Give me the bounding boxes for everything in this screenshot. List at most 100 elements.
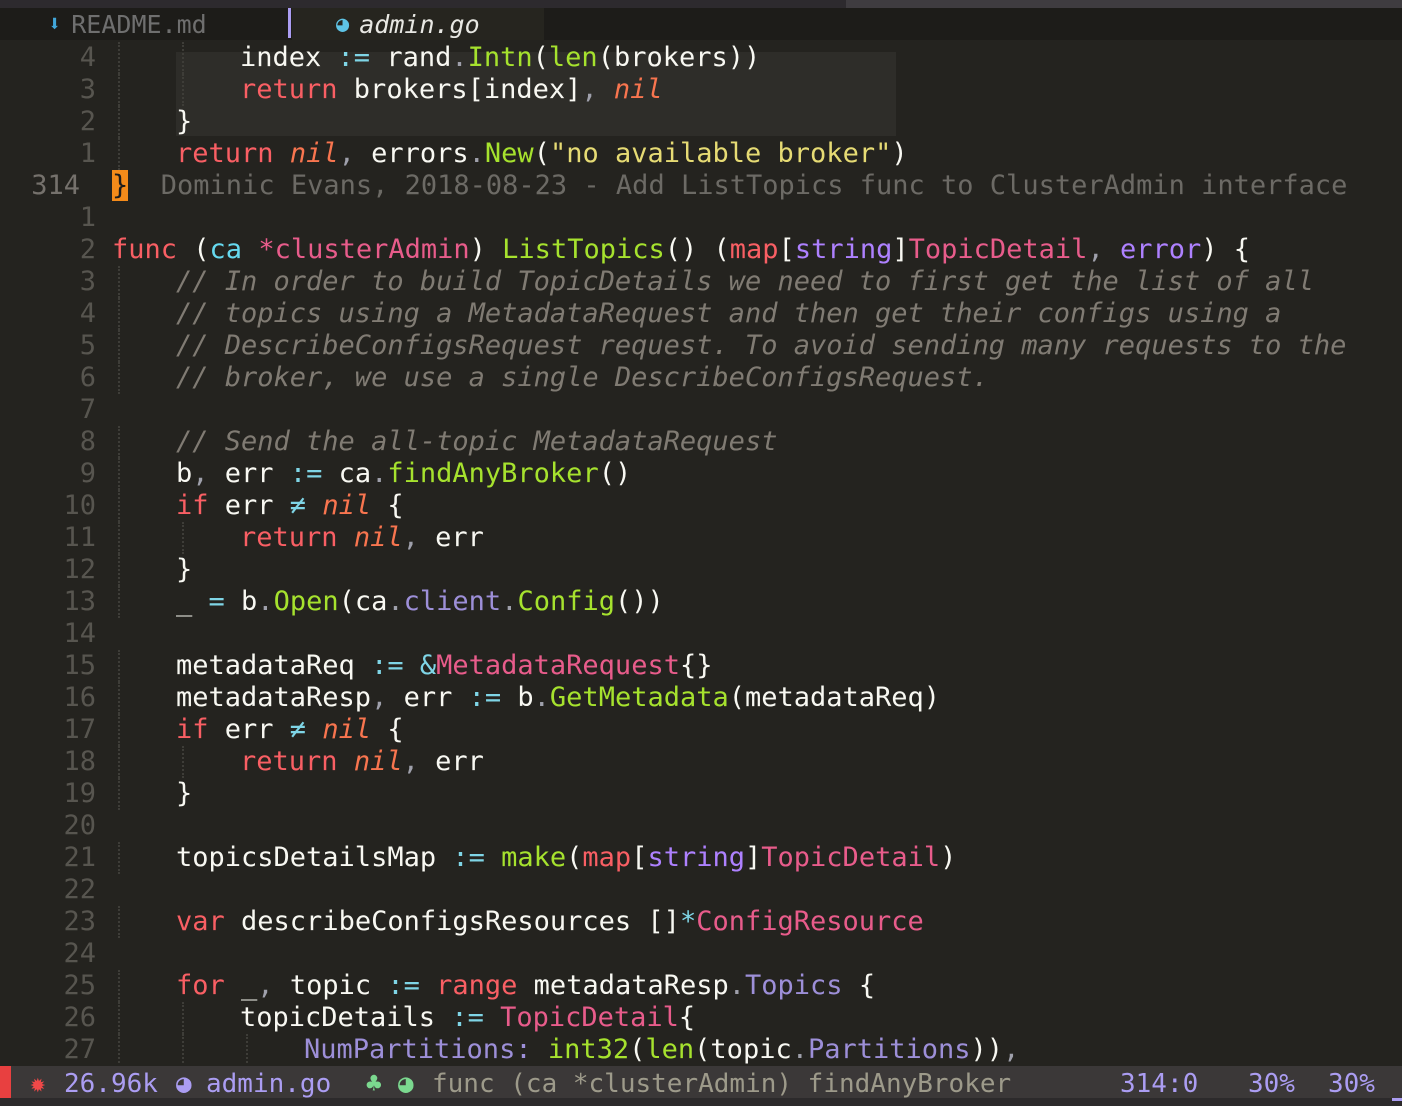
code-token: = <box>208 586 225 617</box>
code-token: b <box>176 458 193 489</box>
line-number: 4 <box>79 298 96 329</box>
code-token: metadataResp <box>176 682 372 713</box>
code-token: . <box>728 970 746 1001</box>
code-token: Config <box>517 586 615 617</box>
code-line: 4 // topics using a MetadataRequest and t… <box>0 298 1402 330</box>
code-token: topic <box>289 970 388 1001</box>
code-text: // DescribeConfigsRequest request. To av… <box>176 330 1346 362</box>
code-token: rand <box>370 42 452 73</box>
line-number: 27 <box>63 1034 96 1064</box>
code-token: err <box>208 490 290 521</box>
code-token: int32 <box>547 1034 630 1064</box>
code-text: } <box>176 778 192 810</box>
line-number: 20 <box>63 810 96 841</box>
code-line: 18 return nil, err <box>0 746 1402 778</box>
code-token: findAnyBroker <box>387 458 599 489</box>
code-line: 15 metadataReq := &MetadataRequest{} <box>0 650 1402 682</box>
code-token: metadataResp <box>517 970 729 1001</box>
code-token: *clusterAdmin <box>258 234 470 265</box>
code-text: if err ≠ nil { <box>176 490 404 522</box>
window-top-strip-right <box>846 0 1402 8</box>
code-token: nil <box>353 746 403 777</box>
line-number: 18 <box>63 746 96 777</box>
code-token: ca <box>209 234 243 265</box>
code-line: 2 func (ca *clusterAdmin) ListTopics() (m… <box>0 234 1402 266</box>
code-token: return <box>240 746 338 777</box>
code-token: if <box>176 714 209 745</box>
code-text: var describeConfigsResources []*ConfigRe… <box>176 906 924 938</box>
code-token: , <box>338 138 372 169</box>
code-token: // In order to build TopicDetails we nee… <box>176 266 1314 297</box>
code-text: index := rand.Intn(len(brokers)) <box>240 42 760 74</box>
code-line: 20 <box>0 810 1402 842</box>
status-bar-bottom <box>0 1098 1402 1106</box>
code-token: := <box>468 682 502 713</box>
code-line: 11 return nil, err <box>0 522 1402 554</box>
cursor: } <box>112 170 129 201</box>
window-top-strip <box>0 0 1402 8</box>
code-token: // topics using a MetadataRequest and th… <box>176 298 1282 329</box>
code-token: (brokers)) <box>597 42 761 73</box>
code-token: . <box>257 586 274 617</box>
code-text: } <box>176 554 192 586</box>
code-text: _ = b.Open(ca.client.Config()) <box>176 586 664 618</box>
code-line: 7 <box>0 394 1402 426</box>
tab-admin-go[interactable]: ◕ admin.go <box>292 8 544 40</box>
code-line: 1 return nil, errors.New("no available br… <box>0 138 1402 170</box>
code-text: return brokers[index], nil <box>240 74 663 106</box>
line-number: 12 <box>63 554 96 585</box>
code-token: err <box>403 682 469 713</box>
code-text: b, err := ca.findAnyBroker() <box>176 458 631 490</box>
code-token: _ <box>176 586 209 617</box>
code-token: )) <box>970 1034 1004 1064</box>
code-token: * <box>679 906 697 937</box>
code-token: { <box>371 490 404 521</box>
code-token: b <box>224 586 258 617</box>
code-token: string <box>794 234 893 265</box>
code-token: var <box>176 906 225 937</box>
line-number: 23 <box>63 906 96 937</box>
code-text: return nil, err <box>240 522 484 554</box>
line-number: 9 <box>79 458 96 489</box>
download-arrow-icon: ⬇ <box>48 11 62 37</box>
code-text: // Send the all-topic MetadataRequest <box>176 426 777 458</box>
line-number: 2 <box>79 106 96 137</box>
line-number: 4 <box>79 42 96 73</box>
code-token: ( <box>532 42 549 73</box>
code-token: for <box>176 970 225 1001</box>
code-token: ] <box>745 842 762 873</box>
line-number: 5 <box>79 330 96 361</box>
code-token: , <box>1003 1034 1020 1064</box>
code-token: := <box>451 1002 484 1033</box>
code-token: := <box>387 970 420 1001</box>
code-token: map <box>582 842 632 873</box>
code-token: func <box>112 234 178 265</box>
tab-readme[interactable]: ⬇ README.md <box>0 8 292 40</box>
code-token: } <box>176 778 193 809</box>
code-token: ( <box>566 842 583 873</box>
line-number: 26 <box>63 1002 96 1033</box>
code-token: nil <box>353 522 403 553</box>
code-token: if <box>176 490 209 521</box>
code-token: Intn <box>467 42 533 73</box>
code-text: // broker, we use a single DescribeConfi… <box>176 362 989 394</box>
code-token: ca <box>322 458 372 489</box>
code-token: TopicDetail <box>500 1002 679 1033</box>
code-token: TopicDetail <box>761 842 941 873</box>
code-text: topicDetails := TopicDetail{ <box>240 1002 695 1034</box>
code-editor[interactable]: 4 index := rand.Intn(len(brokers)) 3 retur… <box>0 42 1402 1064</box>
code-token: return <box>176 138 274 169</box>
line-number: 6 <box>79 362 96 393</box>
line-number: 24 <box>63 938 96 969</box>
code-token: error <box>1119 234 1202 265</box>
code-token: errors <box>371 138 469 169</box>
code-token: nil <box>322 490 372 521</box>
code-token: () <box>598 458 632 489</box>
code-line: 25 for _, topic := range metadataResp.Top… <box>0 970 1402 1002</box>
code-text: // In order to build TopicDetails we nee… <box>176 266 1314 298</box>
